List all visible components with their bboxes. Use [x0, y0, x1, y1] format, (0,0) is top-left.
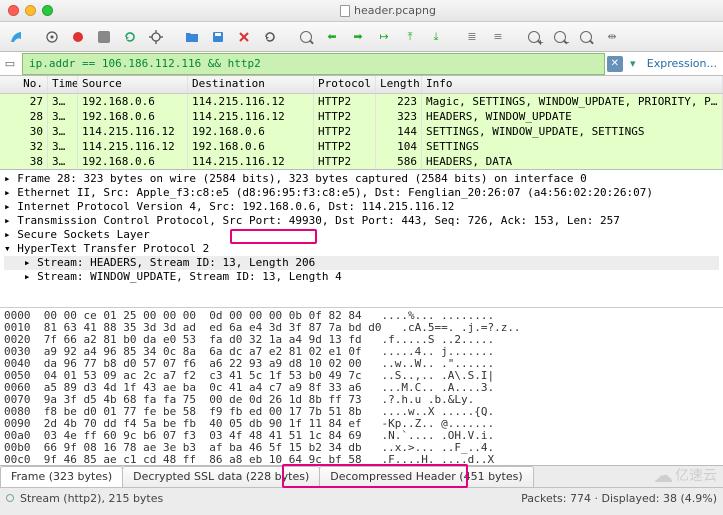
col-source[interactable]: Source [78, 76, 188, 93]
go-first-icon[interactable]: ⤒ [398, 26, 422, 48]
apply-filter-icon[interactable]: ▾ [625, 57, 641, 70]
restart-capture-icon[interactable] [118, 26, 142, 48]
expression-button[interactable]: Expression... [641, 57, 723, 70]
stop-capture-icon[interactable] [92, 26, 116, 48]
tree-node[interactable]: ▸ Internet Protocol Version 4, Src: 192.… [4, 200, 719, 214]
document-icon [340, 5, 350, 17]
status-right: Packets: 774 · Displayed: 38 (4.9%) [521, 492, 717, 505]
col-info[interactable]: Info [422, 76, 723, 93]
start-capture-icon[interactable] [66, 26, 90, 48]
tab-decompressed-header[interactable]: Decompressed Header (451 bytes) [319, 466, 533, 487]
annotation-length-206 [230, 229, 317, 244]
packet-row[interactable]: 283…192.168.0.6114.215.116.12HTTP2323HEA… [0, 109, 723, 124]
close-file-icon[interactable] [232, 26, 256, 48]
find-packet-icon[interactable] [294, 26, 318, 48]
packet-row[interactable]: 303…114.215.116.12192.168.0.6HTTP2144SET… [0, 124, 723, 139]
minimize-window[interactable] [25, 5, 36, 16]
tree-node[interactable]: ▸ Stream: WINDOW_UPDATE, Stream ID: 13, … [4, 270, 719, 284]
col-destination[interactable]: Destination [188, 76, 314, 93]
capture-options-icon[interactable] [40, 26, 64, 48]
watermark: 亿速云 [653, 463, 717, 487]
auto-scroll-icon[interactable]: ≣ [460, 26, 484, 48]
tab-frame[interactable]: Frame (323 bytes) [0, 466, 123, 487]
zoom-reset-icon[interactable] [574, 26, 598, 48]
go-forward-icon[interactable]: ➡ [346, 26, 370, 48]
go-last-icon[interactable]: ⤓ [424, 26, 448, 48]
open-file-icon[interactable] [180, 26, 204, 48]
colorize-icon[interactable]: ≡ [486, 26, 510, 48]
tree-node[interactable]: ▸ Frame 28: 323 bytes on wire (2584 bits… [4, 172, 719, 186]
window-title: header.pcapng [53, 4, 723, 17]
tree-node[interactable]: ▸ Stream: HEADERS, Stream ID: 13, Length… [4, 256, 719, 270]
packet-list-header[interactable]: No. Time Source Destination Protocol Len… [0, 76, 723, 94]
status-bar: Stream (http2), 215 bytes Packets: 774 ·… [0, 488, 723, 508]
col-time[interactable]: Time [48, 76, 78, 93]
clear-filter-icon[interactable]: ✕ [607, 56, 623, 72]
packet-list-pane[interactable]: No. Time Source Destination Protocol Len… [0, 76, 723, 170]
tree-node[interactable]: ▸ Ethernet II, Src: Apple_f3:c8:e5 (d8:9… [4, 186, 719, 200]
packet-bytes-pane[interactable]: 0000 00 00 ce 01 25 00 00 00 0d 00 00 00… [0, 308, 723, 466]
packet-details-pane[interactable]: ▸ Frame 28: 323 bytes on wire (2584 bits… [0, 170, 723, 308]
main-toolbar: ⬅ ➡ ↦ ⤒ ⤓ ≣ ≡ + − ⇹ [0, 22, 723, 52]
tree-node[interactable]: ▸ Secure Sockets Layer [4, 228, 719, 242]
bookmark-filter-icon[interactable]: ▭ [0, 54, 20, 74]
go-back-icon[interactable]: ⬅ [320, 26, 344, 48]
packet-row[interactable]: 383…192.168.0.6114.215.116.12HTTP2586HEA… [0, 154, 723, 169]
col-length[interactable]: Length [376, 76, 422, 93]
col-no[interactable]: No. [0, 76, 48, 93]
tree-node[interactable]: ▸ Transmission Control Protocol, Src Por… [4, 214, 719, 228]
col-protocol[interactable]: Protocol [314, 76, 376, 93]
packet-row[interactable]: 273…192.168.0.6114.215.116.12HTTP2223Mag… [0, 94, 723, 109]
resize-columns-icon[interactable]: ⇹ [600, 26, 624, 48]
bytes-tabs: Frame (323 bytes) Decrypted SSL data (22… [0, 466, 723, 488]
titlebar: header.pcapng [0, 0, 723, 22]
status-left: Stream (http2), 215 bytes [20, 492, 163, 505]
zoom-in-icon[interactable]: + [522, 26, 546, 48]
capture-settings-icon[interactable] [144, 26, 168, 48]
display-filter-input[interactable]: ip.addr == 106.186.112.116 && http2 [22, 53, 605, 75]
tree-node[interactable]: ▾ HyperText Transfer Protocol 2 [4, 242, 719, 256]
reload-file-icon[interactable] [258, 26, 282, 48]
close-window[interactable] [8, 5, 19, 16]
go-to-packet-icon[interactable]: ↦ [372, 26, 396, 48]
tab-decrypted-ssl[interactable]: Decrypted SSL data (228 bytes) [122, 466, 320, 487]
zoom-out-icon[interactable]: − [548, 26, 572, 48]
expert-info-icon[interactable] [6, 494, 14, 502]
display-filter-bar: ▭ ip.addr == 106.186.112.116 && http2 ✕ … [0, 52, 723, 76]
window-controls [8, 5, 53, 16]
save-file-icon[interactable] [206, 26, 230, 48]
shark-fin-icon[interactable] [4, 26, 28, 48]
packet-row[interactable]: 323…114.215.116.12192.168.0.6HTTP2104SET… [0, 139, 723, 154]
zoom-window[interactable] [42, 5, 53, 16]
